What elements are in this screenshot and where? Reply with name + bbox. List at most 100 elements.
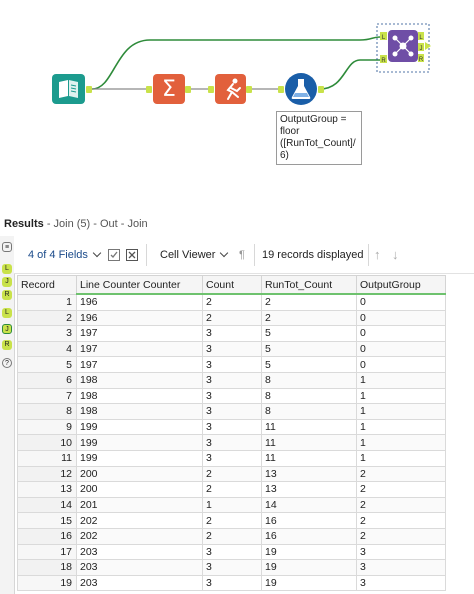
table-cell[interactable]: 3 xyxy=(202,449,262,467)
clear-icon[interactable] xyxy=(126,246,138,264)
record-number[interactable]: 18 xyxy=(17,559,77,576)
anchor-j-icon-selected[interactable]: J xyxy=(2,324,12,334)
record-number[interactable]: 15 xyxy=(17,512,77,529)
record-number[interactable]: 12 xyxy=(17,465,77,483)
help-icon[interactable]: ? xyxy=(2,358,12,368)
table-cell[interactable]: 2 xyxy=(202,309,262,327)
table-cell[interactable]: 196 xyxy=(76,293,203,311)
table-row[interactable]: 14 201 1 14 2 xyxy=(17,496,446,514)
table-cell[interactable]: 2 xyxy=(202,293,262,311)
table-row[interactable]: 4 197 3 5 0 xyxy=(17,340,446,358)
record-number[interactable]: 1 xyxy=(17,293,77,311)
column-header[interactable]: Record xyxy=(17,275,77,295)
table-row[interactable]: 2 196 2 2 0 xyxy=(17,309,446,327)
record-number[interactable]: 6 xyxy=(17,371,77,389)
table-row[interactable]: 1 196 2 2 0 xyxy=(17,293,446,311)
table-cell[interactable]: 5 xyxy=(261,356,357,373)
table-row[interactable]: 15 202 2 16 2 xyxy=(17,512,446,529)
table-cell[interactable]: 2 xyxy=(356,512,446,529)
anchor-r-icon[interactable]: R xyxy=(2,340,12,350)
table-row[interactable]: 5 197 3 5 0 xyxy=(17,356,446,373)
table-cell[interactable]: 197 xyxy=(76,340,203,358)
table-cell[interactable]: 2 xyxy=(202,481,262,498)
table-row[interactable]: 18 203 3 19 3 xyxy=(17,559,446,576)
table-cell[interactable]: 3 xyxy=(356,543,446,561)
table-row[interactable]: 19 203 3 19 3 xyxy=(17,574,446,592)
table-cell[interactable]: 203 xyxy=(76,543,203,561)
table-row[interactable]: 13 200 2 13 2 xyxy=(17,481,446,498)
arrow-down-icon[interactable]: ↓ xyxy=(392,246,399,264)
table-cell[interactable]: 2 xyxy=(202,465,262,483)
join-icon[interactable]: L R L J R xyxy=(376,23,431,73)
edit-check-icon[interactable] xyxy=(108,246,120,264)
table-cell[interactable]: 13 xyxy=(261,465,357,483)
record-number[interactable]: 8 xyxy=(17,403,77,420)
table-cell[interactable]: 197 xyxy=(76,356,203,373)
record-number[interactable]: 14 xyxy=(17,496,77,514)
table-cell[interactable]: 1 xyxy=(356,434,446,451)
table-row[interactable]: 17 203 3 19 3 xyxy=(17,543,446,561)
table-cell[interactable]: 3 xyxy=(202,434,262,451)
table-cell[interactable]: 11 xyxy=(261,434,357,451)
table-cell[interactable]: 198 xyxy=(76,387,203,405)
table-row[interactable]: 11 199 3 11 1 xyxy=(17,449,446,467)
record-number[interactable]: 16 xyxy=(17,527,77,545)
table-cell[interactable]: 2 xyxy=(261,309,357,327)
pilcrow-icon[interactable]: ¶ xyxy=(239,246,245,264)
table-cell[interactable]: 5 xyxy=(261,325,357,342)
table-cell[interactable]: 203 xyxy=(76,574,203,592)
table-row[interactable]: 6 198 3 8 1 xyxy=(17,371,446,389)
running-total-icon[interactable] xyxy=(208,74,252,104)
table-cell[interactable]: 13 xyxy=(261,481,357,498)
table-cell[interactable]: 1 xyxy=(356,403,446,420)
table-cell[interactable]: 200 xyxy=(76,481,203,498)
table-cell[interactable]: 2 xyxy=(356,465,446,483)
table-cell[interactable]: 11 xyxy=(261,449,357,467)
table-cell[interactable]: 3 xyxy=(202,418,262,436)
fields-dropdown[interactable]: 4 of 4 Fields xyxy=(28,246,102,264)
table-cell[interactable]: 3 xyxy=(202,325,262,342)
record-number[interactable]: 13 xyxy=(17,481,77,498)
record-number[interactable]: 7 xyxy=(17,387,77,405)
anchor-r-icon[interactable]: R xyxy=(2,290,12,300)
table-cell[interactable]: 8 xyxy=(261,387,357,405)
table-row[interactable]: 7 198 3 8 1 xyxy=(17,387,446,405)
anchor-j-icon[interactable]: J xyxy=(2,277,12,287)
table-cell[interactable]: 19 xyxy=(261,543,357,561)
table-cell[interactable]: 16 xyxy=(261,527,357,545)
record-number[interactable]: 4 xyxy=(17,340,77,358)
table-cell[interactable]: 8 xyxy=(261,403,357,420)
table-cell[interactable]: 0 xyxy=(356,356,446,373)
input-data-icon[interactable] xyxy=(52,74,92,104)
table-cell[interactable]: 198 xyxy=(76,371,203,389)
table-cell[interactable]: 2 xyxy=(356,481,446,498)
table-cell[interactable]: 3 xyxy=(202,371,262,389)
table-cell[interactable]: 202 xyxy=(76,512,203,529)
table-cell[interactable]: 2 xyxy=(202,512,262,529)
record-number[interactable]: 2 xyxy=(17,309,77,327)
table-cell[interactable]: 0 xyxy=(356,309,446,327)
table-cell[interactable]: 0 xyxy=(356,293,446,311)
table-cell[interactable]: 2 xyxy=(202,527,262,545)
table-cell[interactable]: 0 xyxy=(356,340,446,358)
results-grid[interactable]: Record Line Counter Counter Count RunTot… xyxy=(17,275,447,592)
record-number[interactable]: 9 xyxy=(17,418,77,436)
anchor-l-icon[interactable]: L xyxy=(2,264,12,274)
table-cell[interactable]: 3 xyxy=(202,340,262,358)
formula-icon[interactable] xyxy=(278,73,324,105)
record-number[interactable]: 19 xyxy=(17,574,77,592)
table-cell[interactable]: 3 xyxy=(202,574,262,592)
summarize-icon[interactable]: Σ xyxy=(146,74,191,104)
table-cell[interactable]: 2 xyxy=(356,496,446,514)
column-header[interactable]: RunTot_Count xyxy=(261,275,357,295)
workflow-canvas[interactable]: Σ L R L J R OutputGroup = floor ([RunTot… xyxy=(0,0,474,205)
table-cell[interactable]: 16 xyxy=(261,512,357,529)
table-cell[interactable]: 2 xyxy=(261,293,357,311)
table-cell[interactable]: 3 xyxy=(202,543,262,561)
table-cell[interactable]: 1 xyxy=(356,371,446,389)
table-cell[interactable]: 196 xyxy=(76,309,203,327)
record-number[interactable]: 17 xyxy=(17,543,77,561)
table-cell[interactable]: 8 xyxy=(261,371,357,389)
table-cell[interactable]: 19 xyxy=(261,574,357,592)
anchor-l-icon[interactable]: L xyxy=(2,308,12,318)
